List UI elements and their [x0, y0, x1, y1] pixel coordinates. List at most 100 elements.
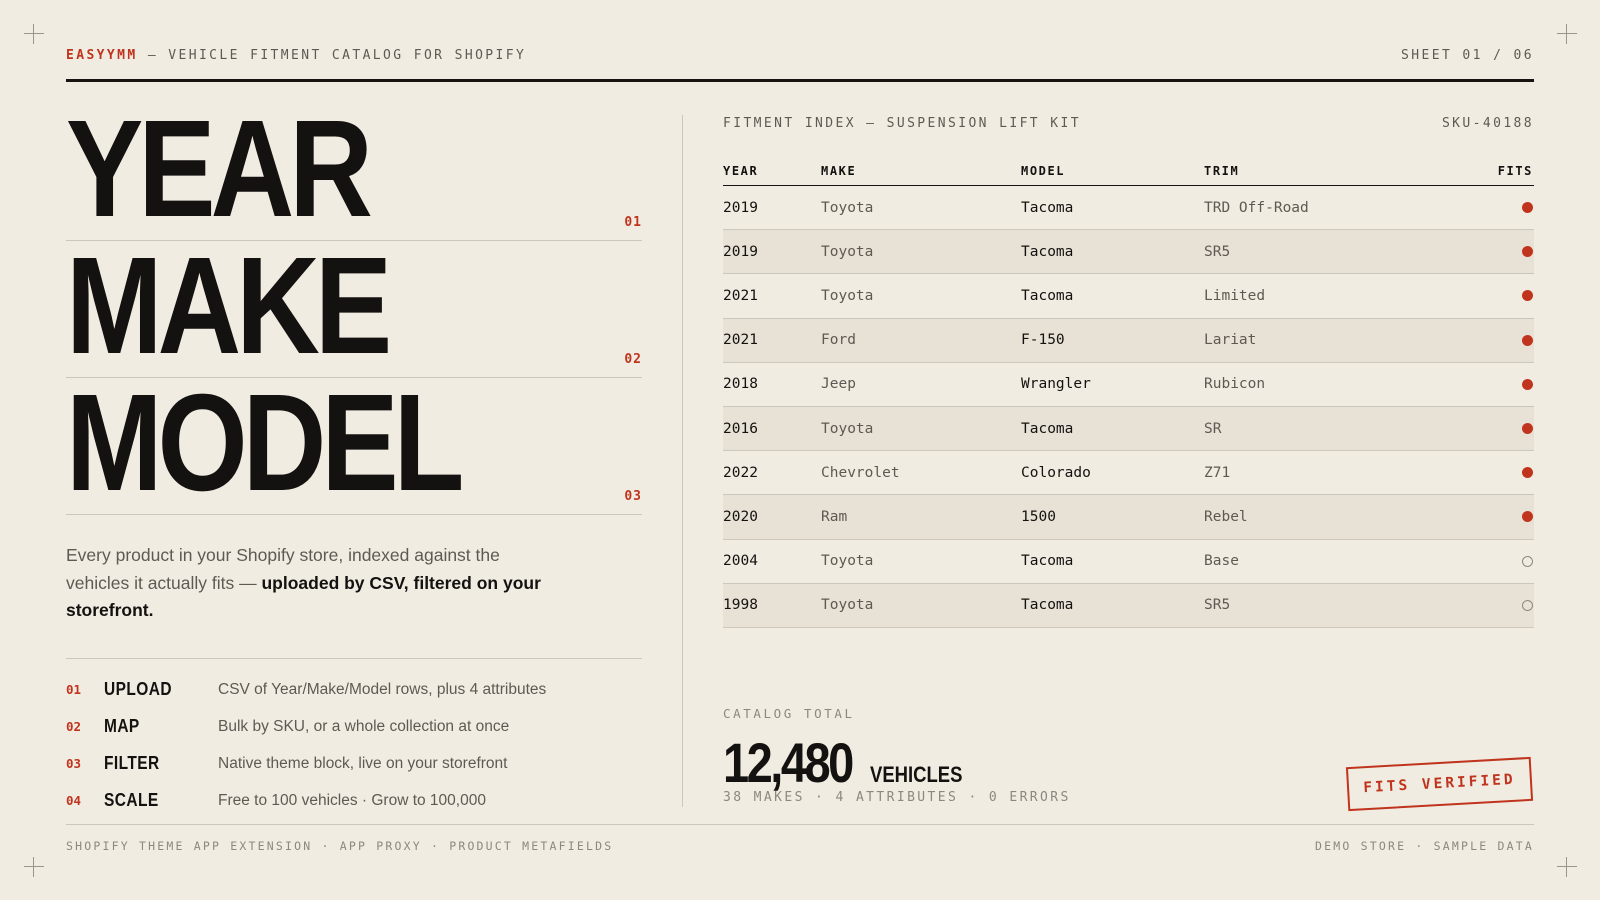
- table-row[interactable]: 2018 Jeep Wrangler Rubicon: [723, 363, 1534, 407]
- make-cell: Jeep: [821, 376, 856, 393]
- column-header-trim: TRIM: [1204, 163, 1240, 178]
- steps-list: 01 UPLOAD CSV of Year/Make/Model rows, p…: [66, 658, 642, 819]
- hero-number: 03: [624, 489, 642, 504]
- intro-paragraph: Every product in your Shopify store, ind…: [66, 542, 566, 625]
- model-cell: Tacoma: [1021, 243, 1074, 260]
- fitment-title: FITMENT INDEX — SUSPENSION LIFT KIT: [723, 116, 1081, 131]
- table-row[interactable]: 2019 Toyota Tacoma SR5: [723, 230, 1534, 275]
- page-footer: SHOPIFY THEME APP EXTENSION · APP PROXY …: [66, 824, 1534, 853]
- year-cell: 2018: [723, 376, 758, 393]
- step-number: 03: [66, 756, 82, 771]
- fits-filled-dot-icon: [1522, 290, 1533, 302]
- year-cell: 2019: [723, 199, 758, 216]
- step-title: SCALE: [104, 790, 159, 810]
- trim-cell: Base: [1204, 553, 1239, 570]
- fitment-header: FITMENT INDEX — SUSPENSION LIFT KIT SKU-…: [723, 116, 1534, 131]
- table-header-row: YEAR MAKE MODEL TRIM FITS: [723, 156, 1534, 186]
- fits-cell: [1484, 290, 1534, 302]
- step-item: 03 FILTER Native theme block, live on yo…: [66, 745, 642, 782]
- table-row[interactable]: 2019 Toyota Tacoma TRD Off-Road: [723, 186, 1534, 231]
- fits-cell: [1484, 202, 1534, 214]
- trim-cell: SR5: [1204, 243, 1231, 260]
- year-cell: 2004: [723, 553, 758, 570]
- make-cell: Ram: [821, 508, 848, 525]
- trim-cell: Limited: [1204, 287, 1266, 304]
- fits-cell: [1484, 334, 1534, 346]
- column-header-year: YEAR: [723, 163, 759, 178]
- footer-left: SHOPIFY THEME APP EXTENSION · APP PROXY …: [66, 839, 614, 853]
- trim-cell: TRD Off-Road: [1204, 199, 1309, 216]
- trim-cell: Lariat: [1204, 332, 1257, 349]
- hero-row-model: MODEL 03: [66, 374, 642, 515]
- table-row[interactable]: 2021 Toyota Tacoma Limited: [723, 274, 1534, 319]
- fits-empty-dot-icon: [1522, 599, 1533, 611]
- step-number: 04: [66, 793, 82, 808]
- column-header-fits: FITS: [1497, 163, 1533, 178]
- table-row[interactable]: 2020 Ram 1500 Rebel: [723, 495, 1534, 540]
- hero-word: YEAR: [66, 92, 373, 246]
- step-description: CSV of Year/Make/Model rows, plus 4 attr…: [218, 680, 547, 698]
- corner-cross-icon: [1557, 857, 1577, 877]
- make-cell: Toyota: [821, 597, 874, 614]
- fits-cell: [1484, 423, 1534, 435]
- make-cell: Ford: [821, 332, 856, 349]
- fits-filled-dot-icon: [1522, 467, 1533, 479]
- hero-number: 02: [624, 352, 642, 367]
- year-cell: 1998: [723, 597, 758, 614]
- fits-cell: [1484, 511, 1534, 523]
- catalog-total: 12,480 VEHICLES: [723, 730, 980, 795]
- year-cell: 2021: [723, 332, 758, 349]
- hero-row-make: MAKE 02: [66, 237, 642, 378]
- year-cell: 2022: [723, 464, 758, 481]
- hero-word: MODEL: [66, 366, 464, 520]
- trim-cell: SR5: [1204, 597, 1231, 614]
- make-cell: Toyota: [821, 243, 874, 260]
- table-row[interactable]: 2021 Ford F-150 Lariat: [723, 318, 1534, 363]
- model-cell: 1500: [1021, 508, 1056, 525]
- model-cell: Tacoma: [1021, 420, 1074, 437]
- step-item: 02 MAP Bulk by SKU, or a whole collectio…: [66, 708, 642, 745]
- year-cell: 2020: [723, 508, 758, 525]
- step-title: MAP: [104, 716, 140, 736]
- step-item: 04 SCALE Free to 100 vehicles · Grow to …: [66, 782, 642, 819]
- fits-filled-dot-icon: [1522, 202, 1533, 214]
- fits-cell: [1484, 467, 1534, 479]
- year-cell: 2019: [723, 243, 758, 260]
- step-number: 01: [66, 682, 82, 697]
- model-cell: Tacoma: [1021, 597, 1074, 614]
- step-description: Free to 100 vehicles · Grow to 100,000: [218, 791, 486, 809]
- step-number: 02: [66, 719, 82, 734]
- step-title: FILTER: [104, 753, 160, 773]
- brand-name: EASYYMM: [66, 48, 138, 63]
- make-cell: Toyota: [821, 420, 874, 437]
- table-row[interactable]: 2022 Chevrolet Colorado Z71: [723, 451, 1534, 496]
- table-row[interactable]: 2016 Toyota Tacoma SR: [723, 406, 1534, 452]
- trim-cell: Z71: [1204, 464, 1231, 481]
- fits-cell: [1484, 246, 1534, 258]
- trim-cell: SR: [1204, 420, 1222, 437]
- column-divider: [682, 115, 683, 807]
- fits-cell: [1484, 378, 1534, 390]
- model-cell: F-150: [1021, 332, 1065, 349]
- fits-cell: [1484, 599, 1534, 611]
- hero-row-year: YEAR 01: [66, 100, 642, 241]
- fits-filled-dot-icon: [1522, 511, 1533, 523]
- column-header-make: MAKE: [821, 163, 857, 178]
- fits-verified-stamp: FITS VERIFIED: [1345, 756, 1534, 812]
- catalog-total-number: 12,480: [723, 731, 854, 794]
- column-header-model: MODEL: [1021, 163, 1066, 178]
- hero-word: MAKE: [66, 229, 392, 383]
- sheet-number: SHEET 01 / 06: [1401, 48, 1534, 63]
- table-row[interactable]: 2004 Toyota Tacoma Base: [723, 540, 1534, 584]
- fits-cell: [1484, 555, 1534, 567]
- corner-cross-icon: [24, 857, 44, 877]
- fits-filled-dot-icon: [1522, 334, 1533, 346]
- catalog-total-unit: VEHICLES: [870, 762, 963, 787]
- footer-right: DEMO STORE · SAMPLE DATA: [1315, 839, 1534, 853]
- fitment-sku: SKU-40188: [1441, 116, 1534, 131]
- table-row[interactable]: 1998 Toyota Tacoma SR5: [723, 583, 1534, 628]
- hero-number: 01: [624, 215, 642, 230]
- header-title: EASYYMM — VEHICLE FITMENT CATALOG FOR SH…: [66, 48, 526, 63]
- header-tagline: — VEHICLE FITMENT CATALOG FOR SHOPIFY: [137, 48, 527, 63]
- model-cell: Wrangler: [1021, 376, 1091, 393]
